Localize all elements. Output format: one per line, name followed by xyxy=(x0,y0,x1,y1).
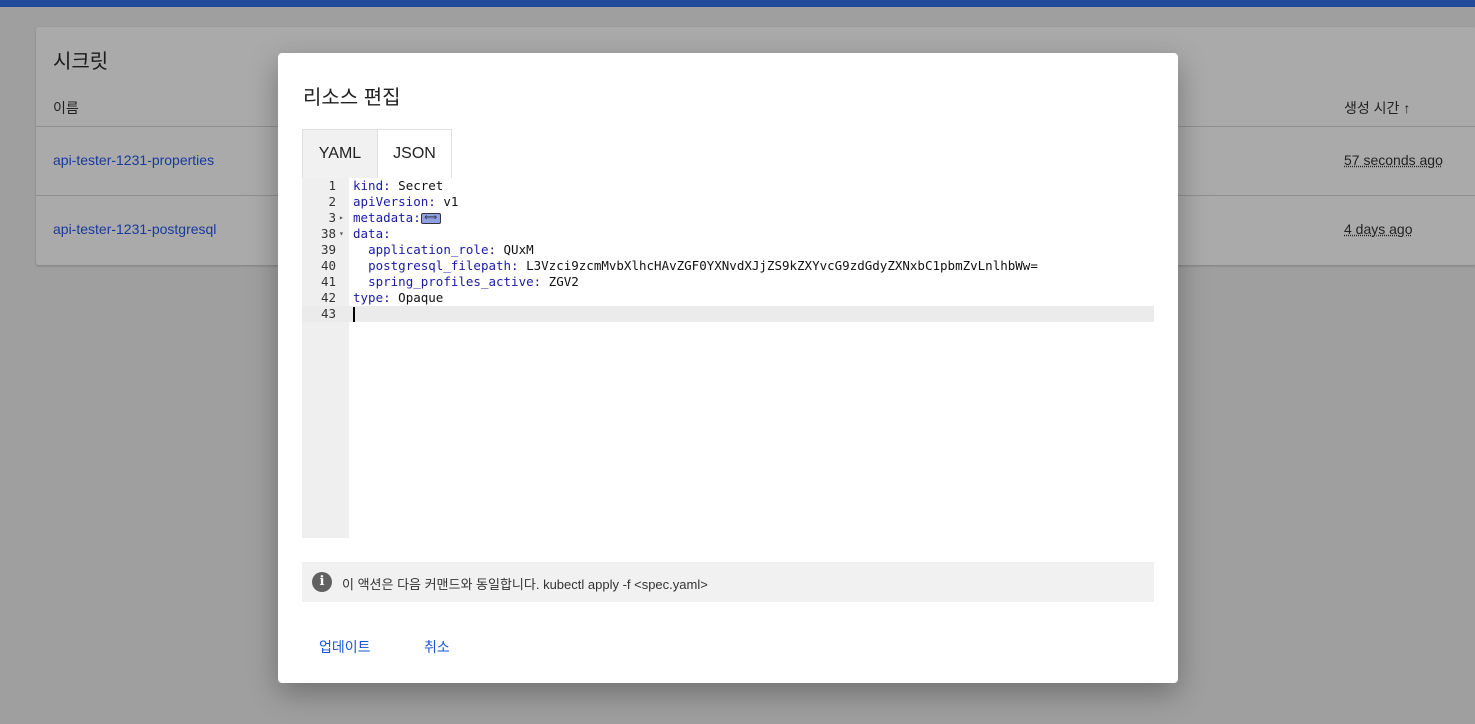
line-number: 43 xyxy=(320,306,336,321)
yaml-key: data: xyxy=(353,226,391,241)
code-line[interactable]: 3 ▸ metadata: ⟺ xyxy=(302,210,1154,226)
code-line[interactable]: 39 application_role: QUxM xyxy=(302,242,1154,258)
fold-expand-icon[interactable]: ▸ xyxy=(339,210,344,226)
tab-json[interactable]: JSON xyxy=(377,129,452,178)
fold-collapse-icon[interactable]: ▾ xyxy=(339,226,344,242)
yaml-value: v1 xyxy=(435,194,459,209)
code-text: application_role: QUxM xyxy=(353,242,534,258)
secret-link[interactable]: api-tester-1231-properties xyxy=(53,152,214,168)
column-label: 생성 시간 xyxy=(1344,100,1400,116)
yaml-key: apiVersion: xyxy=(353,194,436,209)
yaml-key: application_role: xyxy=(368,242,496,257)
line-number: 3 xyxy=(328,210,336,225)
code-text: data: xyxy=(353,226,391,242)
column-header-name[interactable]: 이름 xyxy=(53,98,79,118)
code-line[interactable]: 38 ▾ data: xyxy=(302,226,1154,242)
cancel-button[interactable]: 취소 xyxy=(424,637,450,657)
top-app-bar xyxy=(0,0,1475,7)
card-title: 시크릿 xyxy=(53,51,109,73)
yaml-key: type: xyxy=(353,290,391,305)
yaml-key: kind: xyxy=(353,178,391,193)
yaml-key: metadata: xyxy=(353,210,421,225)
code-line[interactable]: 1 kind: Secret xyxy=(302,178,1154,194)
code-text: kind: Secret xyxy=(353,178,443,194)
code-line[interactable]: 42 type: Opaque xyxy=(302,290,1154,306)
yaml-value: QUxM xyxy=(496,242,534,257)
line-number: 40 xyxy=(320,258,336,273)
tab-yaml[interactable]: YAML xyxy=(302,129,378,178)
info-text: 이 액션은 다음 커맨드와 동일합니다. kubectl apply -f <s… xyxy=(342,577,708,592)
line-number: 39 xyxy=(320,242,336,257)
code-text: apiVersion: v1 xyxy=(353,194,458,210)
created-time: 4 days ago xyxy=(1344,221,1413,237)
code-text: postgresql_filepath: L3Vzci9zcmMvbXlhcHA… xyxy=(353,258,1038,274)
collapsed-fold-marker-icon[interactable]: ⟺ xyxy=(420,213,441,224)
code-text: metadata: ⟺ xyxy=(353,210,441,226)
yaml-value: ZGV2 xyxy=(541,274,579,289)
line-number: 2 xyxy=(328,194,336,209)
created-time: 57 seconds ago xyxy=(1344,152,1443,168)
code-text: spring_profiles_active: ZGV2 xyxy=(353,274,579,290)
yaml-value: Opaque xyxy=(390,290,444,305)
info-banner: i 이 액션은 다음 커맨드와 동일합니다. kubectl apply -f … xyxy=(302,562,1154,602)
secret-link[interactable]: api-tester-1231-postgresql xyxy=(53,221,216,237)
sort-arrow-icon: ↑ xyxy=(1403,100,1411,116)
column-header-created[interactable]: 생성 시간 ↑ xyxy=(1344,98,1410,118)
code-line[interactable]: 41 spring_profiles_active: ZGV2 xyxy=(302,274,1154,290)
yaml-value: Secret xyxy=(390,178,444,193)
line-number: 38 xyxy=(320,226,336,241)
text-cursor xyxy=(353,307,355,322)
code-line[interactable]: 2 apiVersion: v1 xyxy=(302,194,1154,210)
code-line[interactable]: 40 postgresql_filepath: L3Vzci9zcmMvbXlh… xyxy=(302,258,1154,274)
line-number: 41 xyxy=(320,274,336,289)
yaml-key: spring_profiles_active: xyxy=(368,274,542,289)
line-number: 1 xyxy=(328,178,336,193)
edit-resource-dialog: 리소스 편집 YAML JSON 1 kind: Secret 2 apiVersio… xyxy=(278,53,1178,683)
info-icon: i xyxy=(312,572,332,592)
code-text xyxy=(353,306,355,322)
yaml-key: postgresql_filepath: xyxy=(368,258,519,273)
code-text: type: Opaque xyxy=(353,290,443,306)
yaml-value: L3Vzci9zcmMvbXlhcHAvZGF0YXNvdXJjZS9kZXYv… xyxy=(518,258,1038,273)
line-number: 42 xyxy=(320,290,336,305)
code-editor[interactable]: 1 kind: Secret 2 apiVersion: v1 3 ▸ metadata: ⟺… xyxy=(302,178,1154,538)
code-line[interactable]: 43 xyxy=(302,306,1154,322)
update-button[interactable]: 업데이트 xyxy=(319,637,371,657)
dialog-title: 리소스 편집 xyxy=(303,87,401,109)
